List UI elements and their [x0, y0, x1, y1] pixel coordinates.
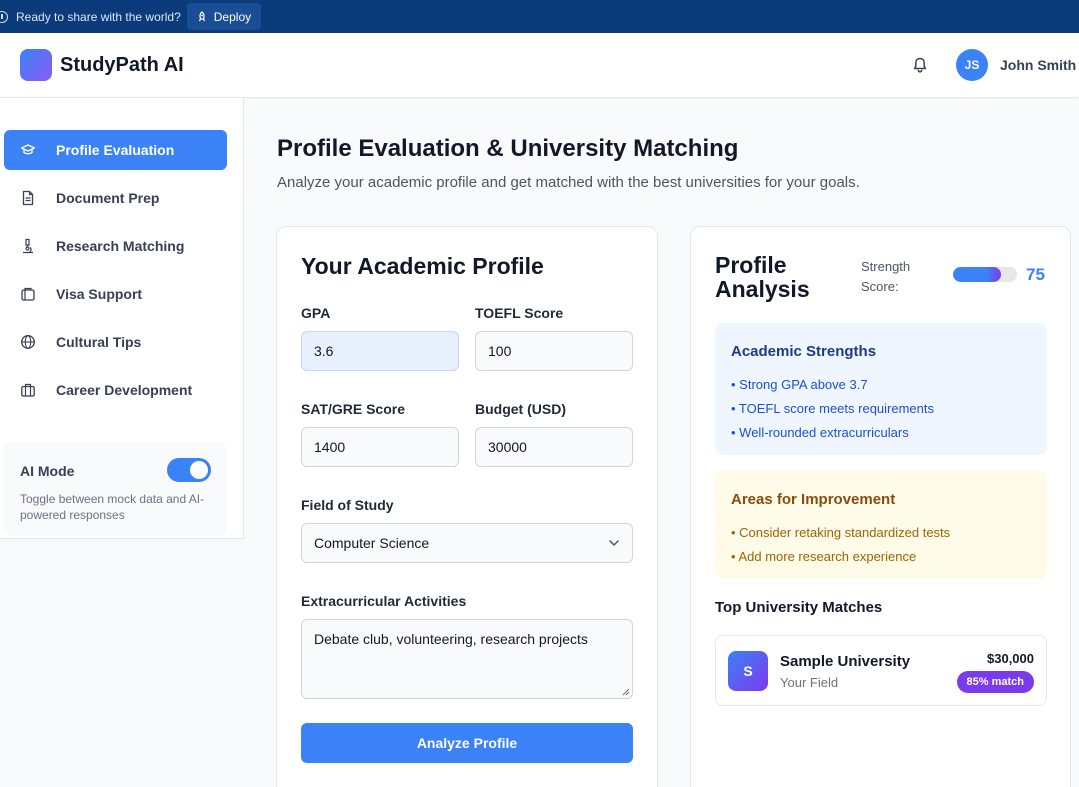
list-item: • Consider retaking standardized tests [731, 525, 951, 540]
budget-input[interactable]: 30000 [475, 427, 633, 467]
list-item: • TOEFL score meets requirements [731, 401, 934, 416]
app-name[interactable]: StudyPath AI [60, 54, 184, 77]
improvement-title: Areas for Improvement [731, 491, 896, 508]
analysis-title: Profile Analysis [715, 252, 810, 302]
globe-icon [20, 334, 36, 350]
improvement-box: Areas for Improvement • Consider retakin… [715, 471, 1047, 579]
toefl-input[interactable]: 100 [475, 331, 633, 371]
strength-score-fill [953, 267, 1001, 282]
rocket-icon [198, 10, 205, 21]
sidebar-item-research-matching[interactable]: Research Matching [4, 226, 227, 266]
gpa-label: GPA [301, 305, 331, 321]
sidebar-item-label: Cultural Tips [56, 334, 142, 350]
deploy-label: Deploy [213, 9, 252, 24]
university-name: Sample University [780, 653, 911, 670]
toefl-label: TOEFL Score [475, 305, 564, 321]
deploy-message: Ready to share with the world? [16, 9, 181, 24]
extracurricular-textarea[interactable]: Debate club, volunteering, research proj… [301, 619, 633, 699]
passport-icon [20, 286, 36, 302]
deploy-button[interactable]: Deploy [186, 3, 262, 30]
deploy-banner: Ready to share with the world? Deploy [0, 0, 1079, 33]
analyze-profile-button[interactable]: Analyze Profile [301, 723, 633, 763]
sidebar-item-profile-evaluation[interactable]: Profile Evaluation [4, 130, 227, 170]
chevron-down-icon [609, 540, 619, 546]
sidebar-item-label: Visa Support [56, 286, 143, 302]
sidebar: Profile Evaluation Document Prep Researc… [0, 98, 244, 539]
strengths-list: • Strong GPA above 3.7 • TOEFL score mee… [731, 373, 934, 445]
improvement-list: • Consider retaking standardized tests •… [731, 521, 950, 569]
academic-profile-card: Your Academic Profile GPA 3.6 TOEFL Scor… [276, 226, 658, 787]
ai-mode-toggle[interactable] [167, 458, 211, 482]
sat-input[interactable]: 1400 [301, 427, 459, 467]
bell-icon[interactable] [911, 56, 929, 74]
strength-score-label: Strength Score: [861, 259, 911, 294]
extracurricular-value: Debate club, volunteering, research proj… [314, 631, 588, 647]
profile-analysis-card: Profile Analysis Strength Score: 75 Acad… [690, 226, 1071, 787]
field-label: Field of Study [301, 497, 394, 513]
budget-label: Budget (USD) [475, 401, 566, 417]
university-logo: S [728, 651, 768, 691]
app-header: StudyPath AI JS John Smith [0, 33, 1079, 98]
university-field: Your Field [780, 675, 839, 690]
extracurricular-label: Extracurricular Activities [301, 593, 467, 609]
list-item: • Add more research experience [731, 549, 917, 564]
sidebar-item-career-development[interactable]: Career Development [4, 370, 227, 410]
sidebar-item-label: Research Matching [56, 238, 185, 254]
sidebar-item-cultural-tips[interactable]: Cultural Tips [4, 322, 227, 362]
ai-mode-title: AI Mode [20, 463, 75, 479]
microscope-icon [20, 238, 36, 254]
sidebar-item-label: Document Prep [56, 190, 160, 206]
university-cost: $30,000 [987, 651, 1034, 666]
list-item: • Well-rounded extracurriculars [731, 425, 909, 440]
university-match-card[interactable]: S Sample University Your Field $30,000 8… [715, 635, 1047, 706]
resize-handle-icon[interactable] [622, 688, 630, 696]
strength-score-value: 75 [1026, 265, 1045, 284]
academic-strengths-box: Academic Strengths • Strong GPA above 3.… [715, 323, 1047, 455]
form-title: Your Academic Profile [301, 253, 544, 279]
sidebar-item-label: Career Development [56, 382, 193, 398]
graduation-cap-icon [20, 142, 36, 158]
match-badge: 85% match [956, 671, 1034, 693]
info-icon [0, 10, 8, 23]
sidebar-item-label: Profile Evaluation [56, 142, 175, 158]
gpa-input[interactable]: 3.6 [301, 331, 459, 371]
sidebar-item-visa-support[interactable]: Visa Support [4, 274, 227, 314]
page-title: Profile Evaluation & University Matching [277, 135, 739, 162]
briefcase-icon [20, 382, 36, 398]
list-item: • Strong GPA above 3.7 [731, 377, 868, 392]
matches-title: Top University Matches [715, 599, 883, 616]
sidebar-item-document-prep[interactable]: Document Prep [4, 178, 227, 218]
user-name[interactable]: John Smith [1000, 57, 1076, 73]
page-subtitle: Analyze your academic profile and get ma… [277, 174, 860, 191]
ai-mode-card: AI Mode Toggle between mock data and AI-… [4, 442, 227, 536]
field-select[interactable]: Computer Science [301, 523, 633, 563]
document-icon [20, 190, 36, 206]
avatar[interactable]: JS [956, 49, 988, 81]
app-logo[interactable] [20, 49, 52, 81]
ai-mode-description: Toggle between mock data and AI-powered … [20, 492, 205, 522]
strength-score-bar [953, 267, 1017, 282]
toggle-knob [190, 461, 208, 479]
field-select-value: Computer Science [314, 535, 430, 551]
strengths-title: Academic Strengths [731, 343, 877, 360]
sat-label: SAT/GRE Score [301, 401, 405, 417]
